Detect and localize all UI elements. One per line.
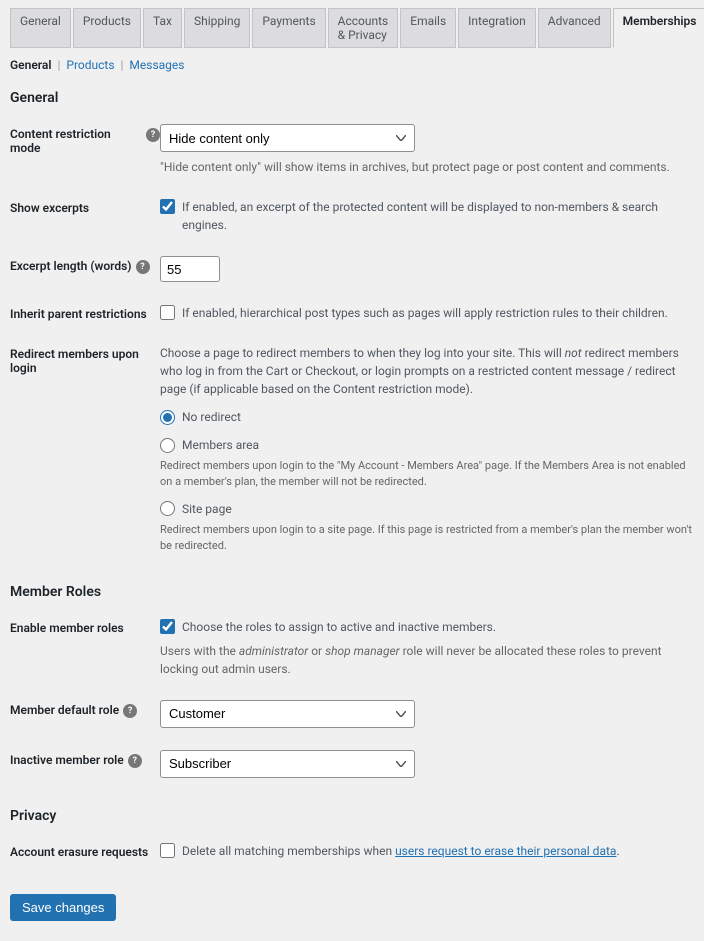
radio-label-no-redirect: No redirect	[182, 408, 241, 426]
sub-tab-bar: General | Products | Messages	[10, 58, 694, 72]
section-privacy-heading: Privacy	[10, 808, 694, 824]
help-icon[interactable]: ?	[123, 704, 137, 718]
redirect-intro: Choose a page to redirect members to whe…	[160, 344, 694, 398]
main-tab-payments[interactable]: Payments	[252, 8, 325, 48]
label-show-excerpts: Show excerpts	[10, 201, 89, 215]
main-tab-integration[interactable]: Integration	[458, 8, 536, 48]
label-inherit-parent: Inherit parent restrictions	[10, 307, 147, 321]
label-enable-member-roles: Enable member roles	[10, 621, 124, 635]
label-redirect-members: Redirect members upon login	[10, 347, 160, 375]
redirect-members-area-radio[interactable]	[160, 438, 175, 453]
member-default-role-select[interactable]: Customer	[160, 700, 415, 728]
enable-member-roles-checkbox[interactable]	[160, 619, 175, 634]
sub-tab-products[interactable]: Products	[66, 58, 114, 72]
main-tab-shipping[interactable]: Shipping	[184, 8, 250, 48]
erase-data-link[interactable]: users request to erase their personal da…	[395, 844, 616, 858]
excerpt-length-input[interactable]	[160, 256, 220, 282]
label-inactive-member-role: Inactive member role	[10, 753, 124, 767]
sub-tab-messages[interactable]: Messages	[129, 58, 184, 72]
sub-tab-general[interactable]: General	[10, 58, 51, 72]
main-tab-emails[interactable]: Emails	[400, 8, 456, 48]
label-account-erasure: Account erasure requests	[10, 845, 148, 859]
main-tab-accounts-privacy[interactable]: Accounts & Privacy	[328, 8, 399, 48]
section-general-heading: General	[10, 90, 694, 106]
radio-label-members-area: Members area	[182, 436, 259, 454]
show-excerpts-checkbox[interactable]	[160, 199, 175, 214]
label-excerpt-length: Excerpt length (words)	[10, 259, 132, 273]
content-restriction-desc: "Hide content only" will show items in a…	[160, 158, 694, 176]
members-area-note: Redirect members upon login to the "My A…	[160, 458, 694, 490]
inherit-parent-checkbox[interactable]	[160, 305, 175, 320]
inherit-parent-label: If enabled, hierarchical post types such…	[182, 304, 668, 322]
redirect-site-page-radio[interactable]	[160, 501, 175, 516]
account-erasure-label: Delete all matching memberships when use…	[182, 842, 620, 860]
enable-member-roles-note: Users with the administrator or shop man…	[160, 642, 694, 678]
main-tab-products[interactable]: Products	[73, 8, 141, 48]
radio-label-site-page: Site page	[182, 500, 232, 518]
redirect-no-redirect-radio[interactable]	[160, 410, 175, 425]
content-restriction-mode-select[interactable]: Hide content only	[160, 124, 415, 152]
show-excerpts-label: If enabled, an excerpt of the protected …	[182, 198, 694, 234]
help-icon[interactable]: ?	[136, 260, 150, 274]
site-page-note: Redirect members upon login to a site pa…	[160, 522, 694, 554]
save-button[interactable]: Save changes	[10, 894, 116, 921]
inactive-member-role-select[interactable]: Subscriber	[160, 750, 415, 778]
main-tab-tax[interactable]: Tax	[143, 8, 182, 48]
main-tab-general[interactable]: General	[10, 8, 71, 48]
main-tab-advanced[interactable]: Advanced	[538, 8, 611, 48]
section-member-roles-heading: Member Roles	[10, 584, 694, 600]
main-tab-bar: GeneralProductsTaxShippingPaymentsAccoun…	[10, 8, 694, 48]
account-erasure-checkbox[interactable]	[160, 843, 175, 858]
label-content-restriction: Content restriction mode	[10, 127, 142, 155]
main-tab-memberships[interactable]: Memberships	[613, 8, 704, 48]
label-member-default-role: Member default role	[10, 703, 119, 717]
help-icon[interactable]: ?	[128, 754, 142, 768]
help-icon[interactable]: ?	[146, 128, 160, 142]
enable-member-roles-label: Choose the roles to assign to active and…	[182, 618, 496, 636]
